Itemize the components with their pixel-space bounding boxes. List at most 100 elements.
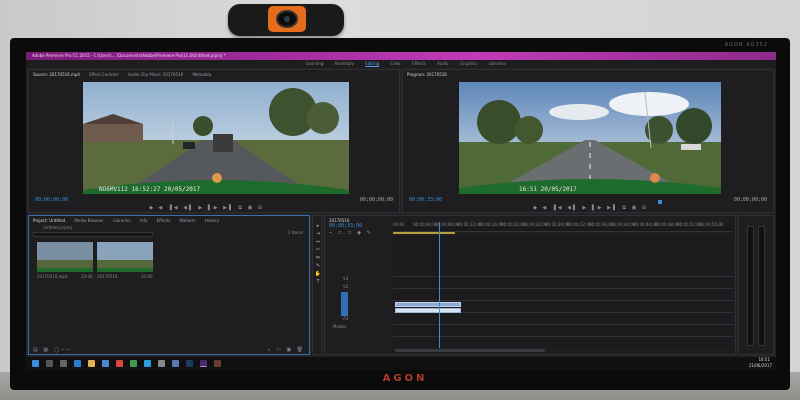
tool-icons[interactable]: ▸ ⇥ ⇔ ✂ ⇋ ✎ ✋ T <box>314 222 322 286</box>
webcam <box>228 4 344 36</box>
project-clip-2-name: 20170516 <box>97 274 118 279</box>
program-tabs: Program: 20170516 <box>407 71 455 78</box>
audio-clip[interactable] <box>395 308 461 313</box>
windows-start-icon[interactable] <box>32 360 39 367</box>
monitor-brand-logo: AGON <box>382 373 428 384</box>
tab-effects[interactable]: Effects <box>157 218 171 223</box>
ruler-tick: 00;00;28;00 <box>545 222 570 227</box>
source-road-scene <box>83 82 349 194</box>
clip-thumb-hood <box>97 268 153 272</box>
workspace-graphics[interactable]: Graphics <box>460 60 478 68</box>
project-tabs: Project: Untitled Media Browser Librarie… <box>33 217 227 224</box>
source-tabs: Source: 20170516.mp4 Effect Controls Aud… <box>33 71 219 78</box>
track-v3[interactable]: V3 <box>329 276 389 284</box>
tab-program[interactable]: Program: 20170516 <box>407 72 447 77</box>
ruler-tick: 00;00;24;00 <box>523 222 548 227</box>
tab-markers[interactable]: Markers <box>180 218 196 223</box>
program-road-scene <box>459 82 721 194</box>
ruler-tick: 00;00;56;00 <box>699 222 724 227</box>
timeline-scrollbar[interactable] <box>395 349 545 352</box>
program-video-frame: 16:51 20/05/2017 <box>459 82 721 194</box>
tab-source[interactable]: Source: 20170516.mp4 <box>33 72 80 77</box>
tools-panel: ▸ ⇥ ⇔ ✂ ⇋ ✎ ✋ T <box>312 215 322 355</box>
project-item-count: 2 Items <box>287 230 303 235</box>
app-title-bar: Adobe Premiere Pro CC 2015 - C:\Users\..… <box>26 52 776 60</box>
skype-icon[interactable] <box>144 360 151 367</box>
tab-info[interactable]: Info <box>140 218 148 223</box>
video-clip[interactable] <box>395 302 461 307</box>
workspace-effects[interactable]: Effects <box>412 60 426 68</box>
ruler-tick: 00;00;36;00 <box>589 222 614 227</box>
track-a3[interactable]: A3 <box>329 316 389 324</box>
source-transport-controls[interactable]: ◆ ◀ ▐◀ ◀▌ ▶ ▌▶ ▶▌ ⧉ ▣ ⊞ <box>149 205 264 211</box>
track-headers: V3 V2 V1 A1 A2 A3 Master <box>329 276 389 332</box>
project-clip-2-duration: 33:00 <box>141 274 153 279</box>
tab-libraries[interactable]: Libraries <box>113 218 130 223</box>
project-footer-actions[interactable]: ⌕ ▭ ▣ 🗑 <box>268 347 305 353</box>
app-icon[interactable] <box>172 360 179 367</box>
track-v1[interactable]: V1 <box>329 292 389 300</box>
tab-media-browser[interactable]: Media Browser <box>74 218 104 223</box>
track-target-buttons[interactable] <box>341 292 348 316</box>
ruler-tick: 00;00;32;00 <box>567 222 592 227</box>
clock-time[interactable]: 16:51 <box>758 357 770 362</box>
workspace-libraries[interactable]: Libraries <box>489 60 506 68</box>
workspace-learning[interactable]: Learning <box>306 60 323 68</box>
webcam-lens-icon <box>276 10 298 28</box>
timeline-tool-toggles[interactable]: ⌁ ⊂ ⊃ ◆ ✎ <box>329 230 373 236</box>
ruler-tick: 00;00;44;00 <box>633 222 658 227</box>
chrome-icon[interactable] <box>116 360 123 367</box>
source-overlay-text: NO6MV112 16:52:27 20/05/2017 <box>99 186 201 193</box>
project-clip-2[interactable] <box>97 242 153 272</box>
premiere-icon[interactable] <box>200 360 207 367</box>
store-icon[interactable] <box>102 360 109 367</box>
timeline-timecode[interactable]: 00;00;33;00 <box>329 223 362 229</box>
photoshop-icon[interactable] <box>186 360 193 367</box>
workspace-editing[interactable]: Editing <box>365 60 379 68</box>
tab-audio-clip-mixer[interactable]: Audio Clip Mixer: 20170516 <box>128 72 183 77</box>
ruler-tick: 00;00;16;00 <box>479 222 504 227</box>
playhead-line[interactable] <box>439 222 440 348</box>
spotify-icon[interactable] <box>130 360 137 367</box>
project-clip-1-duration: 33:00 <box>81 274 93 279</box>
ruler-tick: 00;00;52;00 <box>677 222 702 227</box>
clip-thumb-hood <box>37 268 93 272</box>
ruler-tick: 00;00 <box>393 222 405 227</box>
project-footer-tools[interactable]: ▤ ▦ ◯── <box>33 347 71 353</box>
app-icon[interactable] <box>158 360 165 367</box>
timeline-ruler[interactable]: 00;00 00;00;04;00 00;00;08;00 00;00;12;0… <box>393 222 733 232</box>
clock-date[interactable]: 21/06/2017 <box>749 363 772 368</box>
workspace-color[interactable]: Color <box>390 60 400 68</box>
app-icon[interactable] <box>214 360 221 367</box>
tab-project[interactable]: Project: Untitled <box>33 218 65 223</box>
project-clip-1-name: 20170516.mp4 <box>37 274 68 279</box>
project-search-input[interactable] <box>33 232 153 237</box>
tab-effect-controls[interactable]: Effect Controls <box>89 72 118 77</box>
project-panel: Project: Untitled Media Browser Librarie… <box>28 215 310 355</box>
windows-taskbar: 16:51 21/06/2017 <box>26 357 776 370</box>
program-transport-controls[interactable]: ◆ ◀ ▐◀ ◀▌ ▶ ▌▶ ▶▌ ⧉ ▣ ⊞ <box>533 205 648 211</box>
program-monitor-panel: Program: 20170516 16:51 20/05/2017 00;00… <box>402 69 774 213</box>
track-a2[interactable]: A2 <box>329 308 389 316</box>
file-explorer-icon[interactable] <box>88 360 95 367</box>
tab-metadata[interactable]: Metadata <box>192 72 211 77</box>
edge-icon[interactable] <box>74 360 81 367</box>
track-v2[interactable]: V2 <box>329 284 389 292</box>
workspace-audio[interactable]: Audio <box>437 60 448 68</box>
source-monitor-panel: Source: 20170516.mp4 Effect Controls Aud… <box>28 69 400 213</box>
tab-history[interactable]: History <box>205 218 219 223</box>
monitor-screen: Adobe Premiere Pro CC 2015 - C:\Users\..… <box>26 52 776 370</box>
project-clip-1[interactable] <box>37 242 93 272</box>
work-area-bar[interactable] <box>393 232 455 234</box>
ruler-tick: 00;00;40;00 <box>611 222 636 227</box>
program-playhead-marker[interactable] <box>658 200 662 204</box>
search-icon[interactable] <box>46 360 53 367</box>
workspace-assembly[interactable]: Assembly <box>335 60 354 68</box>
track-area <box>393 222 733 348</box>
task-view-icon[interactable] <box>60 360 67 367</box>
program-timecode-duration: 00;00;00;00 <box>733 197 767 203</box>
program-timecode-current[interactable]: 00;00;33;00 <box>409 197 442 203</box>
ruler-tick: 00;00;12;00 <box>457 222 482 227</box>
source-timecode-current[interactable]: 00;00;00;00 <box>35 197 68 203</box>
track-a1[interactable]: A1 <box>329 300 389 308</box>
